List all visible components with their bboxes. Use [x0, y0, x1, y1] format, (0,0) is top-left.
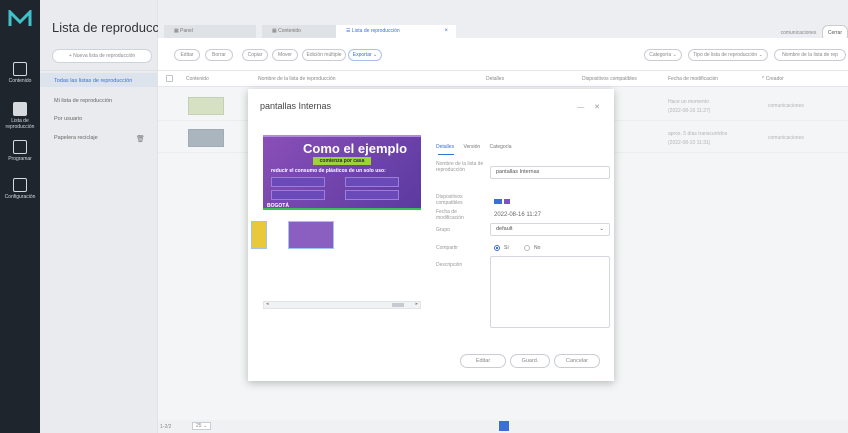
nav-item-by-user[interactable]: Por usuario [54, 116, 82, 122]
username: comunicaciones [780, 30, 817, 36]
playlist-details-modal: pantallas Internas — ✕ Como el ejemplo c… [248, 89, 614, 381]
preview-tip-box [345, 177, 399, 187]
preview-tip-box [271, 177, 325, 187]
modal-window-controls[interactable]: — ✕ [577, 103, 604, 111]
new-playlist-button[interactable]: + Nueva lista de reproducción [52, 49, 152, 63]
group-select[interactable]: default ⌄ [490, 223, 610, 236]
app-root: Contenido Lista de reproducción Programa… [0, 0, 848, 433]
slide-thumbnail[interactable] [288, 221, 334, 249]
modified-label: Fecha de modificación [436, 209, 464, 221]
tab-label: Contenido [278, 28, 301, 34]
tab-label: Lista de reproducción [351, 28, 400, 34]
pagination-info: 1-2/2 [160, 424, 172, 430]
nav-item-all-playlists[interactable]: Todas las listas de reproducción [54, 78, 132, 84]
tab-category[interactable]: Categoría [490, 144, 512, 150]
preview-tip-box [345, 190, 399, 200]
share-yes-radio[interactable] [494, 245, 500, 251]
nav-item-my-playlist[interactable]: Mi lista de reproducción [54, 98, 112, 104]
multi-edit-button[interactable]: Edición múltiple [302, 49, 346, 61]
trash-icon[interactable]: 🗑 [136, 135, 145, 143]
rail-item-lista[interactable]: Lista de reproducción [0, 102, 40, 130]
group-label: Grupo [436, 227, 450, 233]
toolbar: Editar Borrar Copiar Mover Edición múlti… [158, 38, 848, 71]
close-icon[interactable]: × [444, 25, 448, 38]
preview-headline: Como el ejemplo [303, 141, 408, 156]
name-search-input[interactable]: Nombre de la lista de rep [774, 49, 846, 61]
rail-item-label: Lista de reproducción [5, 118, 35, 130]
col-details[interactable]: Detalles [486, 76, 504, 82]
type-filter-dropdown[interactable]: Tipo de lista de reproducción ⌄ [688, 49, 768, 61]
rail-item-configuracion[interactable]: Configuración [0, 178, 40, 200]
horizontal-scrollbar[interactable]: ◂ ▸ [263, 301, 421, 309]
rail-item-contenido[interactable]: Contenido [0, 62, 40, 84]
description-label: Descripción [436, 262, 463, 268]
slide-thumbnail[interactable] [251, 221, 267, 249]
calendar-icon [13, 140, 27, 154]
table-footer: 1-2/2 25 ⌄ [158, 420, 848, 433]
move-button[interactable]: Mover [272, 49, 298, 61]
name-label: Nombre de la lista de reproducción [436, 161, 484, 173]
grid-icon [13, 62, 27, 76]
playlist-name-input[interactable]: pantallas Internas [490, 166, 610, 179]
delete-button[interactable]: Borrar [205, 49, 233, 61]
rail-item-label: Contenido [8, 78, 32, 84]
modal-title: pantallas Internas [260, 101, 332, 111]
device-icon [504, 199, 510, 204]
col-contenido[interactable]: Contenido [186, 76, 209, 82]
category-dropdown[interactable]: Categoría ⌄ [644, 49, 682, 61]
description-textarea[interactable] [490, 256, 610, 328]
scroll-left-icon[interactable]: ◂ [266, 301, 269, 307]
divider [40, 70, 158, 71]
app-logo-icon [8, 10, 32, 26]
settings-icon [13, 178, 27, 192]
secondary-panel: Lista de reproducción + Nueva lista de r… [40, 0, 176, 433]
save-button[interactable]: Guard. [510, 354, 550, 368]
user-area: comunicaciones Cerrar [780, 25, 848, 42]
per-page-select[interactable]: 25 ⌄ [192, 422, 212, 430]
select-all-checkbox[interactable] [166, 75, 173, 82]
col-name[interactable]: Nombre de la lista de reproducción [258, 76, 336, 82]
device-icon [494, 199, 502, 204]
table-header: Contenido Nombre de la lista de reproduc… [158, 71, 848, 87]
devices-label: Dispositivos compatibles [436, 194, 463, 206]
content-preview: Como el ejemplo comienza por casa reduci… [263, 135, 421, 210]
col-modified[interactable]: Fecha de modificación [668, 76, 718, 82]
rail-item-label: Configuración [4, 194, 36, 200]
tab-bar: ▦ Panel ▦ Contenido × ☰ Lista de reprodu… [158, 0, 848, 42]
preview-tagline: reducir el consumo de plásticos de un so… [271, 168, 386, 174]
tab-label: Panel [180, 28, 193, 34]
preview-subhead: comienza por casa [313, 157, 371, 165]
rail-item-programar[interactable]: Programar [0, 140, 40, 162]
tab-panel[interactable]: ▦ Panel [164, 25, 256, 38]
preview-bottom-bar [263, 208, 421, 210]
share-yes-label: Sí [504, 245, 509, 251]
group-value: default [496, 226, 513, 232]
share-no-radio[interactable] [524, 245, 530, 251]
preview-tip-box [271, 190, 325, 200]
tab-lista-reproduccion[interactable]: ☰ Lista de reproducción × [336, 25, 456, 38]
edit-button[interactable]: Editar [460, 354, 506, 368]
active-tab-indicator [438, 154, 454, 155]
cancel-button[interactable]: Cancelar [554, 354, 600, 368]
playlist-icon [13, 102, 27, 116]
modal-tabs: Detalles Versión Categoría [436, 144, 520, 150]
nav-item-recycle-bin[interactable]: Papelera reciclaje [54, 135, 98, 141]
copy-button[interactable]: Copiar [242, 49, 268, 61]
share-label: Compartir [436, 245, 458, 251]
col-devices[interactable]: Dispositivos compatibles [582, 76, 637, 82]
export-button[interactable]: Exportar ⌄ [348, 49, 382, 61]
tab-version[interactable]: Versión [463, 144, 480, 150]
left-rail: Contenido Lista de reproducción Programa… [0, 0, 40, 433]
tab-details[interactable]: Detalles [436, 144, 454, 150]
scroll-thumb[interactable] [392, 303, 404, 307]
chevron-down-icon: ⌄ [599, 226, 604, 232]
rail-item-label: Programar [8, 156, 32, 162]
share-no-label: No [534, 245, 541, 251]
edit-button[interactable]: Editar [174, 49, 200, 61]
page-1-button[interactable] [499, 421, 509, 431]
col-creator[interactable]: ^ Creador [762, 76, 784, 82]
modified-value: 2022-08-16 11:27 [494, 212, 541, 218]
scroll-right-icon[interactable]: ▸ [415, 301, 418, 307]
